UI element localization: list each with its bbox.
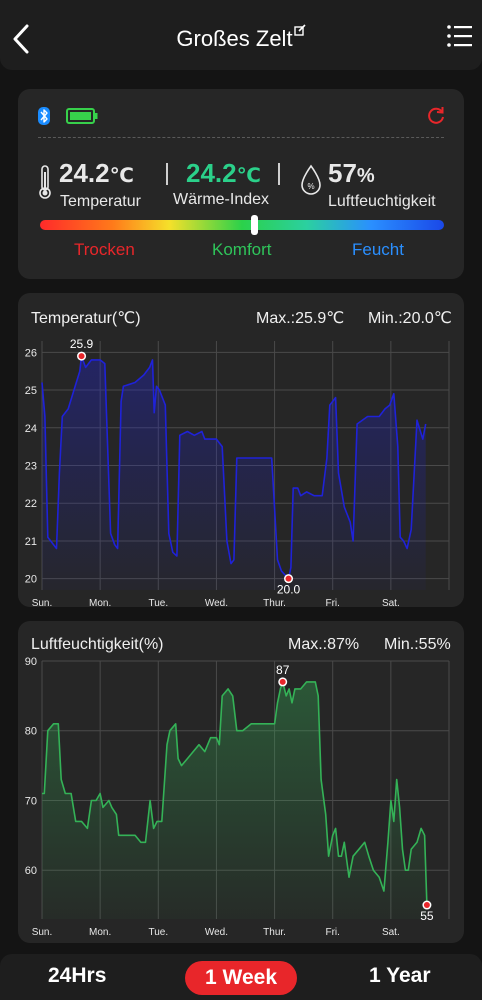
x-tick-label: Wed. xyxy=(205,598,228,607)
thermometer-icon xyxy=(39,165,51,199)
separator xyxy=(166,163,168,185)
y-tick-label: 90 xyxy=(25,656,37,668)
min-marker xyxy=(423,902,430,909)
max-marker-label: 25.9 xyxy=(70,337,94,351)
y-tick-label: 60 xyxy=(25,865,37,877)
max-marker-label: 87 xyxy=(276,663,290,677)
temperature-label: Temperatur xyxy=(60,193,141,210)
svg-text:%: % xyxy=(307,182,314,191)
temperature-value: 24.2℃ xyxy=(59,158,134,188)
tab-1-year[interactable]: 1 Year xyxy=(369,964,431,988)
heat-index-label: Wärme-Index xyxy=(173,191,270,208)
x-tick-label: Fri. xyxy=(325,598,339,607)
list-menu-icon[interactable] xyxy=(446,24,472,48)
x-tick-label: Mon. xyxy=(89,927,111,938)
y-tick-label: 20 xyxy=(25,574,37,586)
humidity-chart: 60 70 80 90 Sun. Mon. Tue. Wed. Thur. Fri. Sat. 87 5… xyxy=(25,656,450,938)
y-tick-label: 26 xyxy=(25,347,37,359)
x-tick-label: Thur. xyxy=(263,927,286,938)
x-tick-label: Thur. xyxy=(263,598,286,607)
comfort-indicator xyxy=(250,215,258,235)
heat-index-value: 24.2℃ xyxy=(186,158,261,188)
y-tick-label: 25 xyxy=(25,385,37,397)
y-tick-label: 24 xyxy=(25,423,37,435)
y-tick-label: 23 xyxy=(25,461,37,473)
app-header: Großes Zelt xyxy=(0,0,482,70)
zone-humid-label: Feucht xyxy=(352,240,404,259)
min-marker-label: 55 xyxy=(420,909,434,923)
humidity-value: 57% xyxy=(328,158,375,188)
y-tick-label: 21 xyxy=(25,536,37,548)
battery-full-icon xyxy=(66,108,98,124)
humidity-label: Luftfeuchtigkeit xyxy=(328,193,436,210)
x-tick-label: Wed. xyxy=(205,927,228,938)
zone-comfort-label: Komfort xyxy=(212,240,272,259)
x-tick-label: Fri. xyxy=(325,927,339,938)
edit-icon[interactable] xyxy=(293,24,306,36)
x-tick-label: Mon. xyxy=(89,598,111,607)
x-tick-label: Sat. xyxy=(382,927,400,938)
x-tick-label: Tue. xyxy=(148,927,168,938)
separator xyxy=(278,163,280,185)
zone-dry-label: Trocken xyxy=(74,240,135,259)
x-tick-label: Sun. xyxy=(32,598,53,607)
min-marker xyxy=(285,575,292,582)
humidity-drop-icon: % xyxy=(301,164,321,195)
page-title[interactable]: Großes Zelt xyxy=(176,26,292,51)
divider xyxy=(38,137,444,138)
y-tick-label: 80 xyxy=(25,726,37,738)
bluetooth-icon xyxy=(38,107,50,125)
tab-1-week[interactable]: 1 Week xyxy=(185,961,297,995)
temperature-chart-card: Temperatur(℃) Max.:25.9℃ Min.:20.0℃ 20 21… xyxy=(18,293,464,607)
x-tick-label: Sat. xyxy=(382,598,400,607)
temperature-chart: 20 21 22 23 24 25 26 Sun. Mon. Tue. Wed. Thur. Fri. S… xyxy=(25,337,450,607)
current-readings-card: 24.2℃ Temperatur 24.2℃ Wärme-Index % 57%… xyxy=(18,89,464,279)
comfort-gradient-bar xyxy=(40,220,444,230)
tab-24hrs[interactable]: 24Hrs xyxy=(48,964,106,988)
refresh-icon[interactable] xyxy=(426,106,446,126)
max-marker xyxy=(279,678,286,685)
y-tick-label: 70 xyxy=(25,795,37,807)
x-tick-label: Tue. xyxy=(148,598,168,607)
min-marker-label: 20.0 xyxy=(277,583,301,597)
range-selector: 24Hrs 1 Week 1 Year xyxy=(0,954,482,1000)
max-marker xyxy=(78,353,85,360)
humidity-chart-card: Luftfeuchtigkeit(%) Max.:87% Min.:55% 60… xyxy=(18,621,464,943)
x-tick-label: Sun. xyxy=(32,927,53,938)
y-tick-label: 22 xyxy=(25,498,37,510)
